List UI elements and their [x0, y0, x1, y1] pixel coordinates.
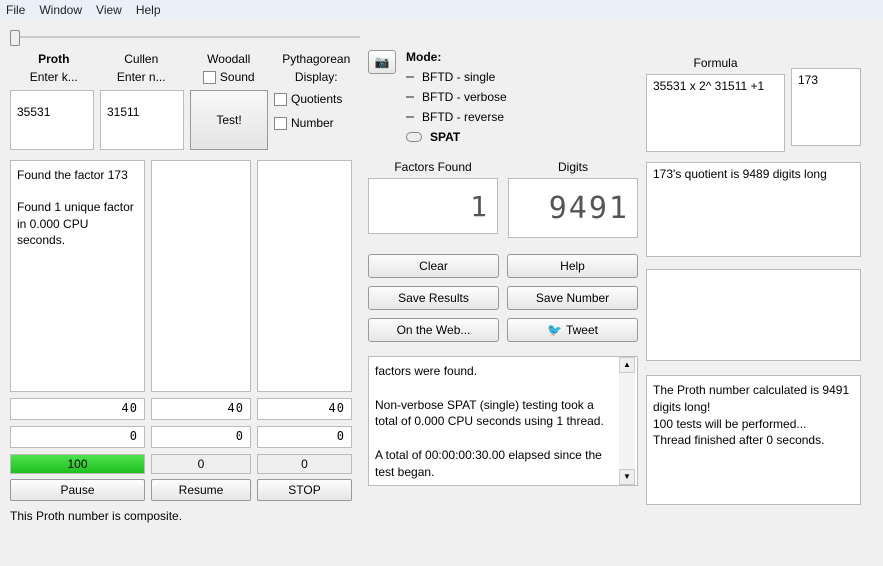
- digits-display: 9491: [508, 178, 638, 238]
- mode-title: Mode:: [406, 50, 638, 64]
- segment-e: 0: [151, 426, 251, 448]
- summary-box: The Proth number calculated is 9491 digi…: [646, 375, 861, 505]
- scroll-up-icon[interactable]: ▲: [619, 357, 635, 373]
- pause-button[interactable]: Pause: [10, 479, 145, 501]
- tab-pythagorean[interactable]: Pythagorean: [273, 50, 361, 68]
- menu-bar: File Window View Help: [0, 0, 883, 20]
- segment-c: 40: [257, 398, 352, 420]
- label-sound: Sound: [220, 70, 255, 84]
- log-box-2: [151, 160, 251, 392]
- formula-box: 35531 x 2^ 31511 +1: [646, 74, 785, 152]
- checkbox-sound[interactable]: [203, 71, 216, 84]
- menu-window[interactable]: Window: [39, 3, 82, 17]
- save-results-button[interactable]: Save Results: [368, 286, 499, 310]
- progress-c: 0: [257, 454, 352, 474]
- scroll-down-icon[interactable]: ▼: [619, 469, 635, 485]
- stop-button[interactable]: STOP: [257, 479, 352, 501]
- label-enter-n: Enter n...: [98, 68, 186, 90]
- result-log[interactable]: factors were found. Non-verbose SPAT (si…: [368, 356, 638, 486]
- progress-a: 100: [10, 454, 145, 474]
- log-box-1: Found the factor 173 Found 1 unique fact…: [10, 160, 145, 392]
- mode-spat[interactable]: SPAT: [406, 130, 638, 144]
- status-bar: This Proth number is composite.: [0, 505, 883, 527]
- quotient-box: 173's quotient is 9489 digits long: [646, 162, 861, 257]
- factors-display: 1: [368, 178, 498, 234]
- tab-woodall[interactable]: Woodall: [185, 50, 273, 68]
- slider-thumb[interactable]: [10, 30, 20, 46]
- segment-d: 0: [10, 426, 145, 448]
- segment-a: 40: [10, 398, 145, 420]
- input-n[interactable]: 31511: [100, 90, 184, 150]
- mode-bftd-verbose[interactable]: BFTD - verbose: [406, 90, 638, 104]
- resume-button[interactable]: Resume: [151, 479, 251, 501]
- input-k[interactable]: 35531: [10, 90, 94, 150]
- test-button[interactable]: Test!: [190, 90, 268, 150]
- progress-b: 0: [151, 454, 251, 474]
- label-quotients: Quotients: [291, 92, 342, 106]
- clear-button[interactable]: Clear: [368, 254, 499, 278]
- factors-title: Factors Found: [368, 160, 498, 174]
- checkbox-quotients[interactable]: [274, 93, 287, 106]
- on-the-web-button[interactable]: On the Web...: [368, 318, 499, 342]
- segment-b: 40: [151, 398, 251, 420]
- label-enter-k: Enter k...: [10, 68, 98, 90]
- tab-proth[interactable]: Proth: [10, 50, 98, 68]
- twitter-icon: 🐦: [547, 323, 562, 337]
- checkbox-number[interactable]: [274, 117, 287, 130]
- tweet-button[interactable]: 🐦Tweet: [507, 318, 638, 342]
- camera-button[interactable]: 📷: [368, 50, 396, 74]
- save-number-button[interactable]: Save Number: [507, 286, 638, 310]
- help-button[interactable]: Help: [507, 254, 638, 278]
- menu-file[interactable]: File: [6, 3, 25, 17]
- mode-bftd-reverse[interactable]: BFTD - reverse: [406, 110, 638, 124]
- log-box-3: [257, 160, 352, 392]
- blank-box: [646, 269, 861, 361]
- tab-cullen[interactable]: Cullen: [98, 50, 186, 68]
- label-display: Display:: [273, 68, 361, 90]
- camera-icon: 📷: [375, 55, 390, 69]
- top-slider[interactable]: [10, 36, 360, 38]
- mode-bftd-single[interactable]: BFTD - single: [406, 70, 638, 84]
- digits-title: Digits: [508, 160, 638, 174]
- label-number: Number: [291, 116, 334, 130]
- number-box: 173: [791, 68, 861, 146]
- scrollbar[interactable]: ▲ ▼: [619, 357, 635, 485]
- menu-view[interactable]: View: [96, 3, 122, 17]
- formula-title: Formula: [646, 56, 785, 70]
- segment-f: 0: [257, 426, 352, 448]
- menu-help[interactable]: Help: [136, 3, 161, 17]
